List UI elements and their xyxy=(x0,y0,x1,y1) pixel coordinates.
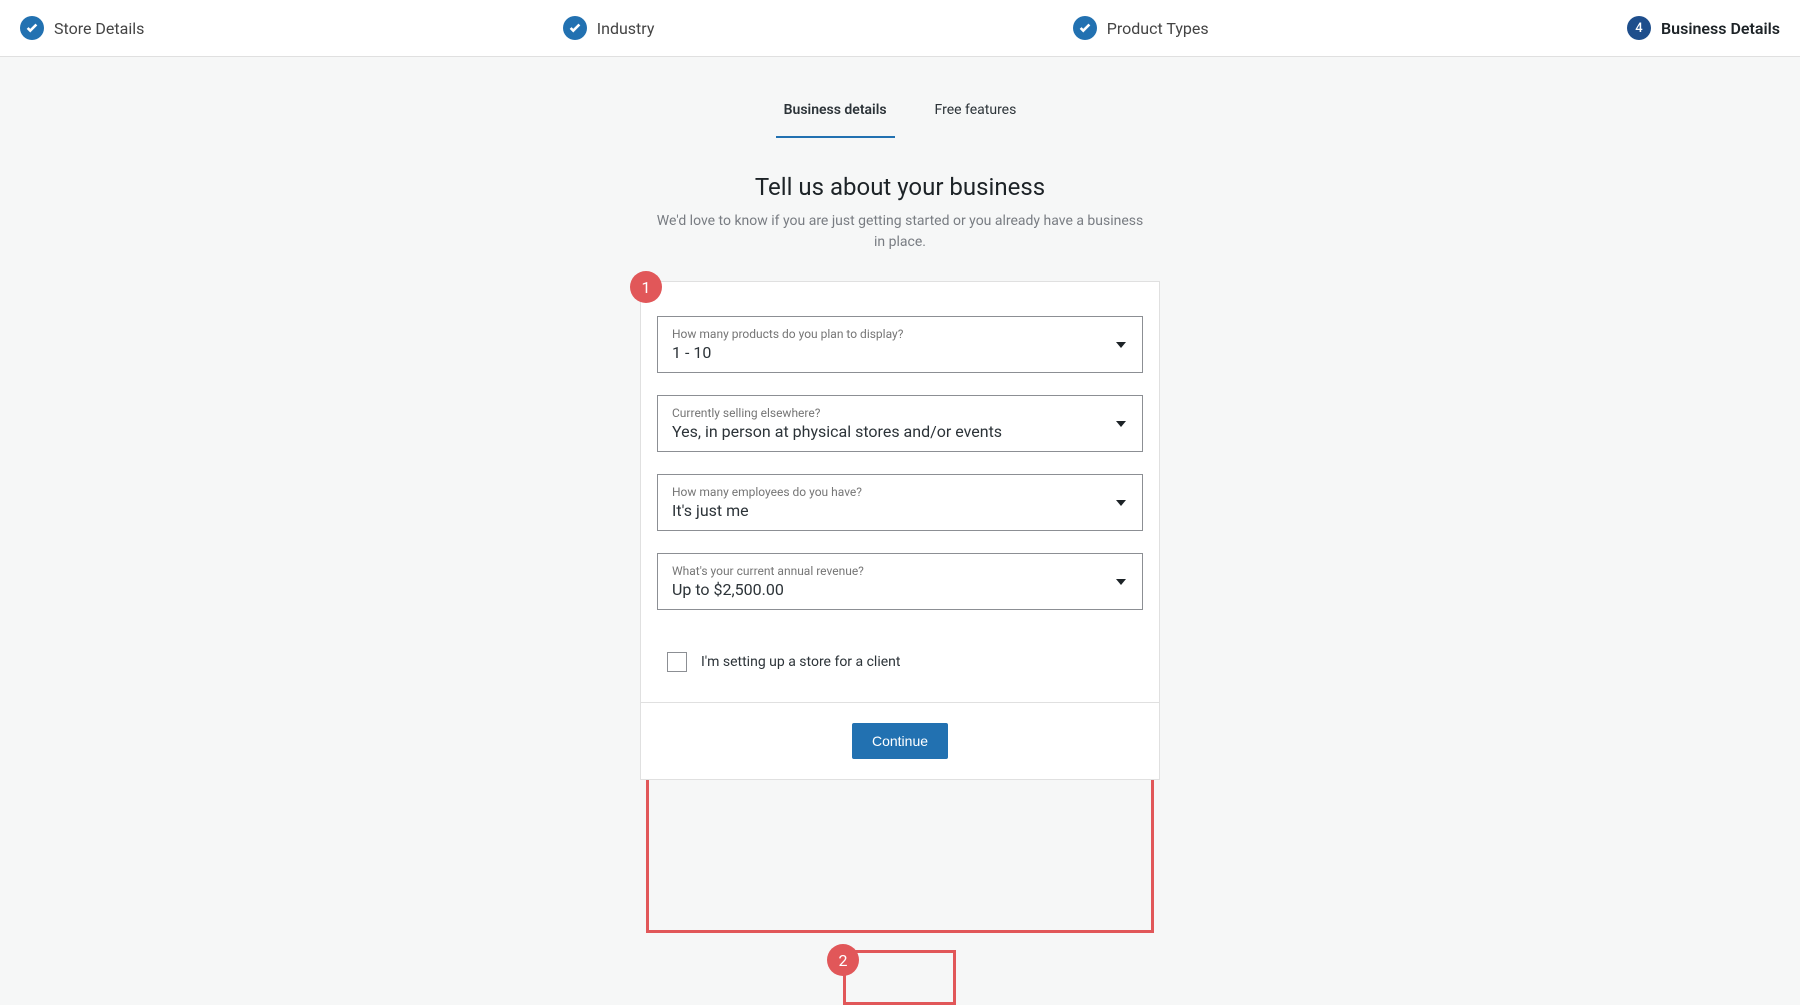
check-icon xyxy=(563,16,587,40)
check-icon xyxy=(1073,16,1097,40)
select-selling-elsewhere[interactable]: Currently selling elsewhere? Yes, in per… xyxy=(657,395,1143,452)
step-industry[interactable]: Industry xyxy=(563,16,655,40)
form-card: How many products do you plan to display… xyxy=(640,281,1160,703)
select-value: 1 - 10 xyxy=(672,343,1102,362)
wizard-stepper: Store Details Industry Product Types 4 B… xyxy=(0,0,1800,57)
step-label: Industry xyxy=(597,19,655,38)
content-area: Business details Free features Tell us a… xyxy=(0,57,1800,780)
select-label: What's your current annual revenue? xyxy=(672,564,1102,578)
page-heading: Tell us about your business We'd love to… xyxy=(0,173,1800,253)
page-subtitle: We'd love to know if you are just gettin… xyxy=(655,211,1145,253)
card-wrap: 1 2 How many products do you plan to dis… xyxy=(640,281,1160,780)
tab-business-details[interactable]: Business details xyxy=(776,102,895,138)
step-product-types[interactable]: Product Types xyxy=(1073,16,1209,40)
continue-button[interactable]: Continue xyxy=(852,723,948,759)
chevron-down-icon xyxy=(1116,421,1126,427)
select-label: How many products do you plan to display… xyxy=(672,327,1102,341)
step-label: Business Details xyxy=(1661,19,1780,38)
fields-group: How many products do you plan to display… xyxy=(657,316,1143,610)
step-number-badge: 4 xyxy=(1627,16,1651,40)
client-store-row: I'm setting up a store for a client xyxy=(657,652,1143,672)
step-label: Store Details xyxy=(54,19,144,38)
check-icon xyxy=(20,16,44,40)
step-label: Product Types xyxy=(1107,19,1209,38)
card-footer: Continue xyxy=(640,703,1160,780)
select-value: Yes, in person at physical stores and/or… xyxy=(672,422,1102,441)
select-label: Currently selling elsewhere? xyxy=(672,406,1102,420)
client-store-checkbox[interactable] xyxy=(667,652,687,672)
select-product-count[interactable]: How many products do you plan to display… xyxy=(657,316,1143,373)
client-store-label[interactable]: I'm setting up a store for a client xyxy=(701,654,900,670)
select-employees[interactable]: How many employees do you have? It's jus… xyxy=(657,474,1143,531)
annotation-box-2 xyxy=(843,950,956,1005)
tab-free-features[interactable]: Free features xyxy=(927,102,1025,138)
select-label: How many employees do you have? xyxy=(672,485,1102,499)
select-value: Up to $2,500.00 xyxy=(672,580,1102,599)
chevron-down-icon xyxy=(1116,579,1126,585)
annotation-badge-1: 1 xyxy=(630,271,662,303)
chevron-down-icon xyxy=(1116,500,1126,506)
select-value: It's just me xyxy=(672,501,1102,520)
step-business-details[interactable]: 4 Business Details xyxy=(1627,16,1780,40)
select-annual-revenue[interactable]: What's your current annual revenue? Up t… xyxy=(657,553,1143,610)
chevron-down-icon xyxy=(1116,342,1126,348)
step-store-details[interactable]: Store Details xyxy=(20,16,144,40)
subtabs: Business details Free features xyxy=(0,102,1800,138)
page-title: Tell us about your business xyxy=(0,173,1800,201)
annotation-badge-2: 2 xyxy=(827,944,859,976)
